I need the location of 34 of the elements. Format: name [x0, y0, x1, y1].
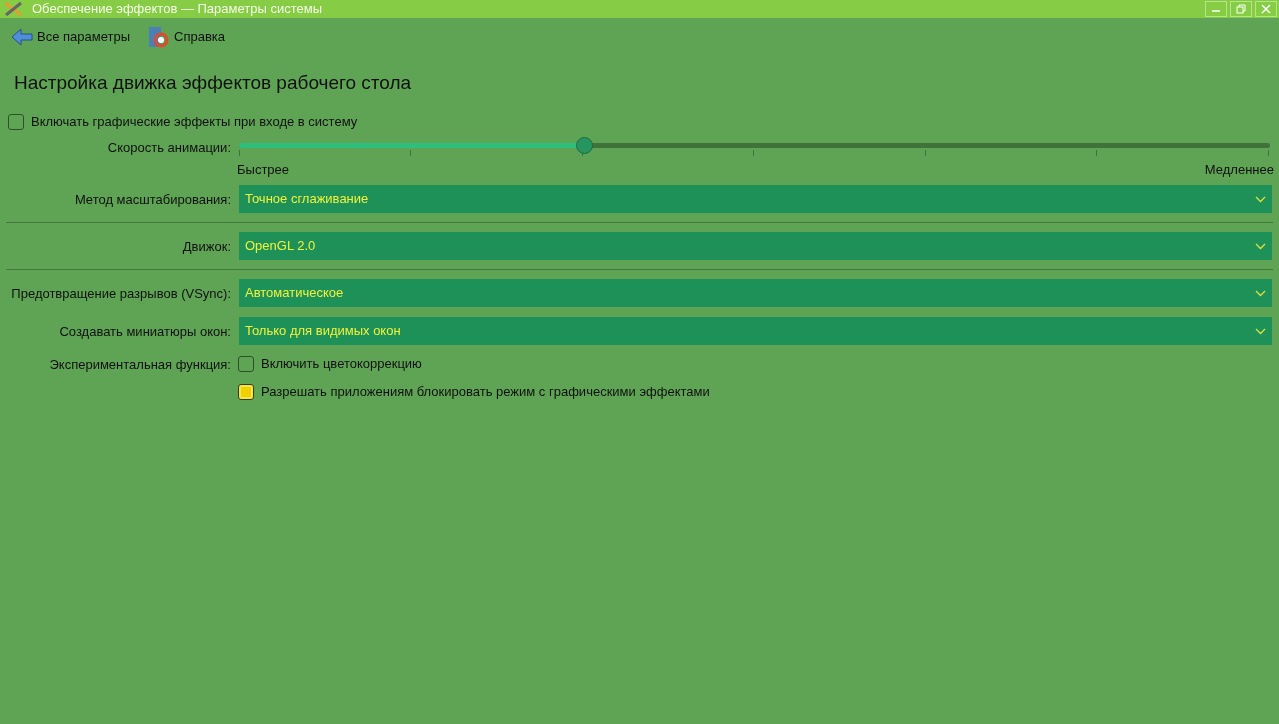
checkbox[interactable] [8, 114, 24, 130]
restore-icon [1236, 4, 1246, 14]
arrow-left-icon [11, 28, 33, 46]
field-label: Предотвращение разрывов (VSync): [11, 286, 231, 301]
dropdown[interactable]: Только для видимых окон [239, 317, 1272, 345]
field-label: Метод масштабирования: [74, 192, 231, 207]
chevron-down-icon [1255, 289, 1266, 297]
slider-min-label: Быстрее [237, 161, 290, 180]
dropdown[interactable]: Точное сглаживание [239, 185, 1272, 213]
checkbox[interactable] [238, 356, 254, 372]
help-button[interactable]: Справка [148, 26, 225, 48]
checkbox-label: Разрешать приложениям блокировать режим с графическими эффектами [261, 383, 710, 402]
field-label: Создавать миниатюры окон: [59, 324, 231, 339]
checkbox-label: Включить цветокоррекцию [261, 355, 422, 374]
field-label: Экспериментальная функция: [49, 357, 231, 372]
page-heading: Настройка движка эффектов рабочего стола [14, 70, 412, 95]
back-button[interactable]: Все параметры [11, 27, 130, 47]
dropdown[interactable]: OpenGL 2.0 [239, 232, 1272, 260]
field-label: Скорость анимации: [107, 140, 231, 155]
chevron-down-icon [1255, 327, 1266, 335]
lifebuoy-book-icon [148, 26, 170, 48]
close-icon [1261, 4, 1271, 14]
field-label: Движок: [182, 239, 231, 254]
restore-button[interactable] [1230, 1, 1252, 17]
window-title: Обеспечение эффектов — Параметры системы [32, 0, 323, 19]
close-button[interactable] [1255, 1, 1277, 17]
checkbox-label: Включать графические эффекты при входе в систему [31, 113, 358, 132]
dropdown[interactable]: Автоматическое [239, 279, 1272, 307]
chevron-down-icon [1255, 242, 1266, 250]
checkbox[interactable] [238, 384, 254, 400]
chevron-down-icon [1255, 195, 1266, 203]
slider-max-label: Медленнее [1204, 161, 1274, 180]
minimize-button[interactable] [1205, 1, 1227, 17]
slider-thumb[interactable] [576, 137, 594, 154]
